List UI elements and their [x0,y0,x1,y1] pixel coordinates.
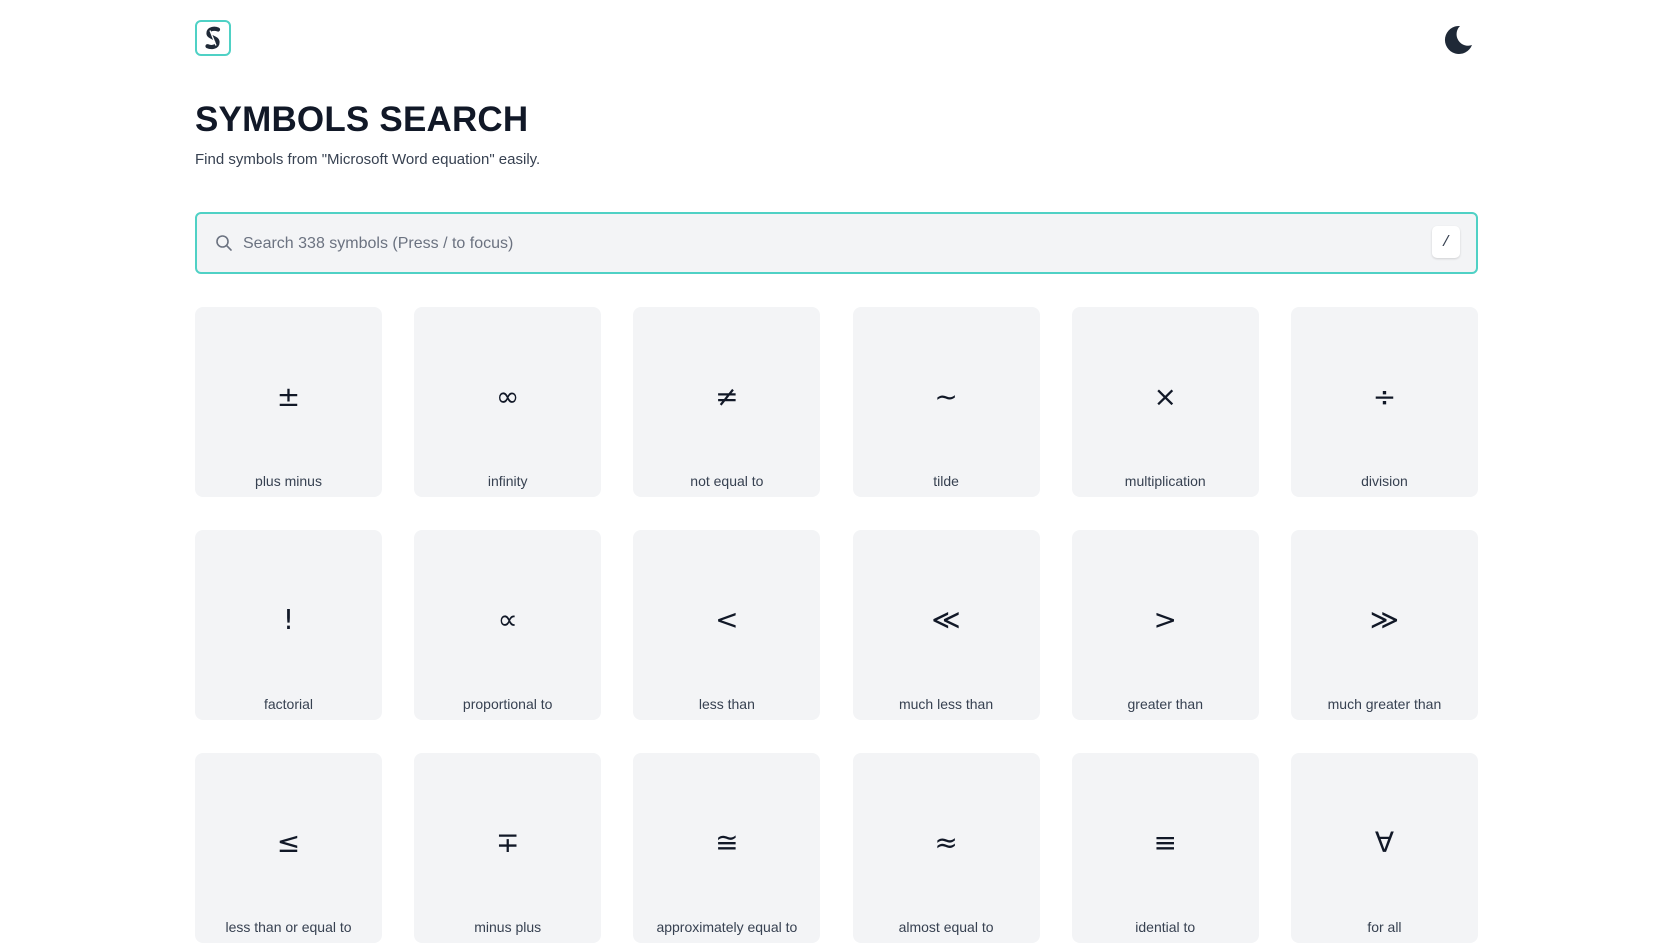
symbol-glyph: ∞ [496,380,520,413]
symbol-card-multiplication[interactable]: × multiplication [1071,307,1259,497]
symbol-glyph: ÷ [1372,380,1397,413]
symbol-glyph: ≅ [715,826,739,859]
symbol-card-less-than-or-equal-to[interactable]: ≤ less than or equal to [195,753,382,943]
page-title: SYMBOLS SEARCH [195,100,529,139]
search-input[interactable] [241,226,1395,262]
top-bar [195,20,1478,60]
symbol-label: less than or equal to [225,919,352,935]
symbol-card-less-than[interactable]: < less than [633,530,821,720]
symbol-glyph: ≤ [276,826,301,859]
moon-icon [1444,25,1472,54]
symbol-label: tilde [933,473,959,489]
symbol-label: factorial [263,696,314,712]
symbol-card-division[interactable]: ÷ division [1290,307,1478,497]
symbol-card-much-less-than[interactable]: ≪ much less than [852,530,1040,720]
symbol-label: greater than [1127,696,1204,712]
symbol-glyph: ± [276,380,301,413]
symbol-card-much-greater-than[interactable]: ≫ much greater than [1290,530,1478,720]
symbol-label: multiplication [1124,473,1206,489]
symbol-glyph: ≠ [715,380,739,413]
symbol-glyph: > [1153,603,1177,636]
symbol-card-not-equal-to[interactable]: ≠ not equal to [633,307,821,497]
symbol-label: approximately equal to [656,919,798,935]
page-subtitle: Find symbols from "Microsoft Word equati… [195,151,541,168]
symbol-glyph: ≡ [1153,826,1177,859]
symbol-card-minus-plus[interactable]: ∓ minus plus [414,753,602,943]
symbol-card-approximately-equal-to[interactable]: ≅ approximately equal to [633,753,821,943]
symbol-card-for-all[interactable]: ∀ for all [1290,753,1478,943]
symbol-label: for all [1367,919,1402,935]
symbol-label: proportional to [462,696,553,712]
dark-mode-toggle[interactable] [1438,20,1478,60]
symbol-glyph: ! [282,603,295,636]
symbol-glyph: ∝ [497,603,518,636]
symbol-glyph: ≫ [1369,603,1400,636]
symbol-grid: ± plus minus ∞ infinity ≠ not equal to ~… [195,307,1478,943]
symbol-glyph: < [715,603,739,636]
symbol-card-idential-to[interactable]: ≡ idential to [1071,753,1259,943]
symbol-card-tilde[interactable]: ~ tilde [852,307,1040,497]
keyboard-shortcut-badge: / [1432,226,1460,258]
symbol-card-factorial[interactable]: ! factorial [195,530,382,720]
symbol-label: much greater than [1327,696,1442,712]
symbol-label: almost equal to [898,919,994,935]
symbol-label: idential to [1135,919,1196,935]
symbol-glyph: ∓ [495,826,520,859]
logo[interactable] [195,20,231,56]
symbol-label: much less than [898,696,994,712]
search-icon [216,235,232,251]
symbol-label: infinity [487,473,528,489]
symbol-card-infinity[interactable]: ∞ infinity [414,307,602,497]
logo-s-icon [205,26,221,50]
symbol-label: division [1361,473,1408,489]
symbol-glyph: ∀ [1374,826,1395,859]
symbol-label: less than [698,696,755,712]
symbol-glyph: ~ [934,380,958,413]
symbol-label: plus minus [255,473,322,489]
symbol-label: not equal to [690,473,764,489]
symbol-glyph: ≪ [931,603,961,636]
symbol-card-plus-minus[interactable]: ± plus minus [195,307,382,497]
symbol-label: minus plus [474,919,542,935]
symbol-card-greater-than[interactable]: > greater than [1071,530,1259,720]
symbol-glyph: × [1153,380,1177,413]
symbol-glyph: ≈ [934,826,958,859]
symbol-card-almost-equal-to[interactable]: ≈ almost equal to [852,753,1040,943]
search-bar[interactable]: / [195,212,1478,274]
symbol-card-proportional-to[interactable]: ∝ proportional to [414,530,602,720]
